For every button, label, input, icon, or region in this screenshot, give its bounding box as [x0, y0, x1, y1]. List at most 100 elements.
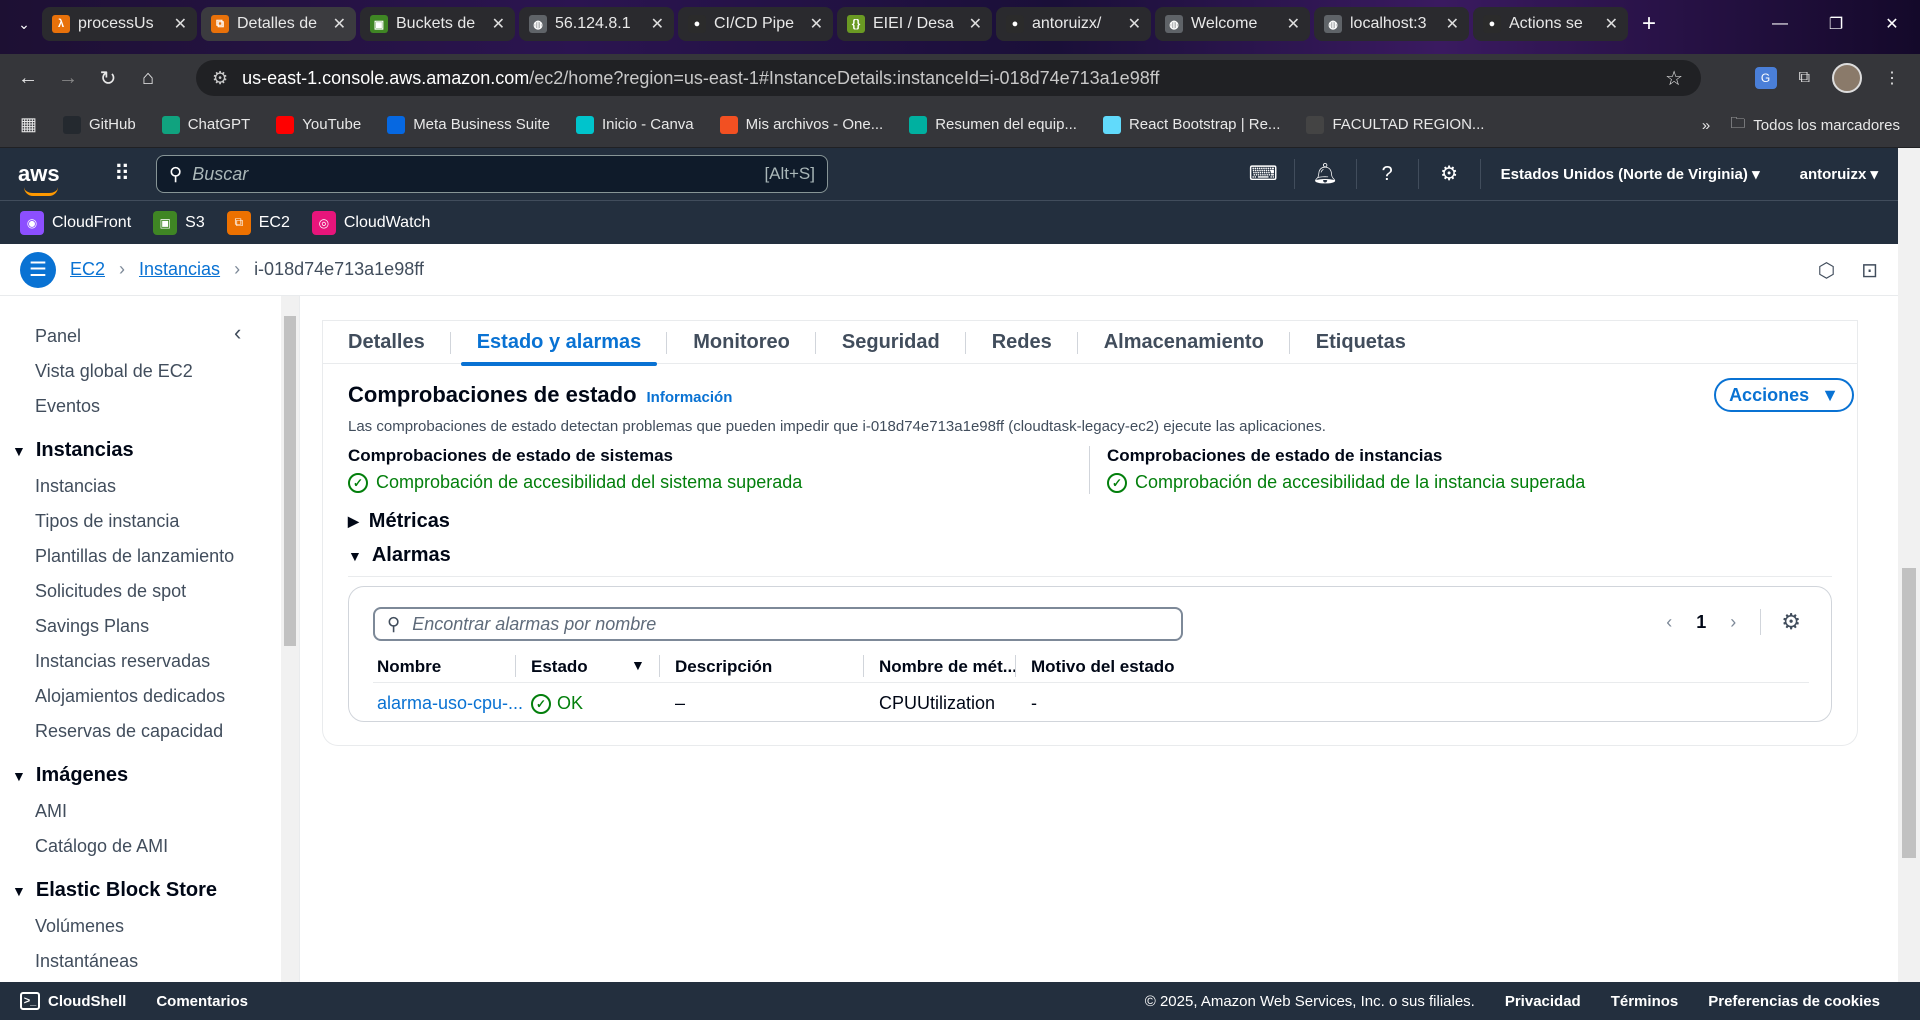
sidebar-item[interactable]: Savings Plans	[35, 616, 149, 637]
tab-seguridad[interactable]: Seguridad	[816, 320, 966, 364]
favorite-service-ec2[interactable]: ⧉ EC2	[226, 210, 290, 235]
tab-almacenamiento[interactable]: Almacenamiento	[1078, 320, 1290, 364]
sidebar-item[interactable]: Tipos de instancia	[35, 511, 179, 532]
metrics-expander[interactable]: ▶ Métricas	[348, 510, 450, 533]
notifications-panel-icon[interactable]: ⬡	[1818, 258, 1835, 283]
cookie-preferences-link[interactable]: Preferencias de cookies	[1708, 993, 1880, 1010]
minimize-icon[interactable]: —	[1752, 15, 1808, 33]
bookmark-item[interactable]: YouTube	[276, 115, 361, 134]
aws-logo[interactable]: aws	[18, 161, 80, 196]
browser-tab[interactable]: ◍ 56.124.8.1 ✕	[519, 7, 674, 41]
browser-tab[interactable]: ⧉ Detalles de ✕	[201, 7, 356, 41]
page-scrollbar[interactable]	[1898, 148, 1920, 982]
sidebar-item[interactable]: Volúmenes	[35, 916, 124, 937]
chevron-left-icon[interactable]: ‹	[234, 320, 241, 346]
close-tab-icon[interactable]: ✕	[1287, 14, 1300, 34]
close-tab-icon[interactable]: ✕	[492, 14, 505, 34]
bookmark-item[interactable]: Mis archivos - One...	[719, 115, 883, 134]
new-tab-button[interactable]: +	[1642, 10, 1656, 38]
breadcrumb-instancias[interactable]: Instancias	[139, 259, 220, 280]
browser-tab[interactable]: ◍ Welcome ✕	[1155, 7, 1310, 41]
actions-button[interactable]: Acciones ▼	[1714, 378, 1854, 412]
privacy-link[interactable]: Privacidad	[1505, 993, 1581, 1010]
chevron-left-icon[interactable]: ‹	[1666, 612, 1672, 633]
close-tab-icon[interactable]: ✕	[1605, 14, 1618, 34]
tab-detalles[interactable]: Detalles	[322, 320, 451, 364]
region-selector[interactable]: Estados Unidos (Norte de Virginia) ▾	[1481, 165, 1780, 183]
bookmark-item[interactable]: GitHub	[63, 115, 136, 134]
translate-icon[interactable]: G	[1754, 67, 1777, 89]
sort-desc-icon[interactable]: ▼	[631, 657, 645, 673]
sidebar-item[interactable]: Plantillas de lanzamiento	[35, 546, 234, 567]
info-link[interactable]: Información	[647, 389, 733, 406]
feedback-link[interactable]: Comentarios	[156, 993, 248, 1010]
sidebar-item[interactable]: Panel	[35, 326, 81, 347]
bookmark-item[interactable]: React Bootstrap | Re...	[1102, 115, 1280, 134]
sidebar-item[interactable]: Vista global de EC2	[35, 361, 193, 382]
sidebar-item[interactable]: Instancias reservadas	[35, 651, 210, 672]
close-tab-icon[interactable]: ✕	[1128, 14, 1141, 34]
browser-tab[interactable]: ▣ Buckets de ✕	[360, 7, 515, 41]
browser-tab[interactable]: λ processUs ✕	[42, 7, 197, 41]
browser-tab[interactable]: {} EIEI / Desa ✕	[837, 7, 992, 41]
favorite-service-s3[interactable]: ▣ S3	[153, 210, 205, 235]
bookmark-star-icon[interactable]: ☆	[1665, 66, 1683, 91]
notifications-bell-icon[interactable]: 🔔︎	[1295, 159, 1357, 189]
sidebar-item[interactable]: AMI	[35, 801, 67, 822]
close-tab-icon[interactable]: ✕	[1446, 14, 1459, 34]
bookmark-item[interactable]: Resumen del equip...	[909, 115, 1077, 134]
sidebar-scrollbar[interactable]	[281, 296, 299, 982]
settings-gear-icon[interactable]: ⚙	[1419, 159, 1481, 189]
column-header[interactable]: Descripción	[675, 657, 772, 677]
close-tab-icon[interactable]: ✕	[651, 14, 664, 34]
all-bookmarks-folder[interactable]: 🗀 Todos los marcadores	[1730, 113, 1900, 138]
column-header[interactable]: Nombre	[377, 657, 441, 677]
column-header[interactable]: Estado	[531, 657, 588, 677]
tab-redes[interactable]: Redes	[966, 320, 1078, 364]
browser-tab[interactable]: ● Actions se ✕	[1473, 7, 1628, 41]
close-tab-icon[interactable]: ✕	[810, 14, 823, 34]
cloudshell-button[interactable]: >_ CloudShell	[20, 992, 126, 1010]
favorite-service-cloudfront[interactable]: ◉ CloudFront	[20, 210, 131, 235]
alarm-search-input[interactable]: ⚲ Encontrar alarmas por nombre	[373, 607, 1183, 641]
column-header[interactable]: Nombre de mét...	[879, 657, 1017, 677]
browser-menu-icon[interactable]: ⋮	[1884, 68, 1900, 88]
column-header[interactable]: Motivo del estado	[1031, 657, 1175, 677]
alarms-expander[interactable]: ▼ Alarmas	[348, 544, 451, 567]
aws-search-input[interactable]: ⚲ Buscar [Alt+S]	[156, 155, 828, 193]
tools-panel-icon[interactable]: ⊡	[1861, 258, 1878, 283]
bookmark-item[interactable]: ChatGPT	[161, 115, 250, 134]
bookmark-item[interactable]: Inicio - Canva	[575, 115, 694, 134]
tab-monitoreo[interactable]: Monitoreo	[667, 320, 816, 364]
page-number[interactable]: 1	[1696, 612, 1706, 633]
tab-etiquetas[interactable]: Etiquetas	[1290, 320, 1432, 364]
chevron-right-icon[interactable]: ›	[1730, 612, 1736, 633]
sidebar-section-header[interactable]: ▼ Imágenes	[12, 764, 128, 787]
account-menu[interactable]: antoruizx ▾	[1780, 165, 1878, 183]
bookmark-item[interactable]: Meta Business Suite	[387, 115, 550, 134]
sidebar-section-header[interactable]: ▼ Instancias	[12, 439, 134, 462]
extensions-icon[interactable]: ⧉	[1799, 69, 1810, 87]
terms-link[interactable]: Términos	[1611, 993, 1679, 1010]
more-bookmarks-icon[interactable]: »	[1702, 117, 1710, 134]
close-tab-icon[interactable]: ✕	[969, 14, 982, 34]
tab-search-icon[interactable]: ⌄	[6, 6, 42, 42]
sidebar-item[interactable]: Eventos	[35, 396, 100, 417]
alarm-name-link[interactable]: alarma-uso-cpu-...	[377, 693, 523, 713]
help-icon[interactable]: ?	[1357, 159, 1419, 189]
back-icon[interactable]: ←	[8, 67, 48, 90]
url-field[interactable]: ⚙ us-east-1.console.aws.amazon.com/ec2/h…	[196, 60, 1701, 96]
bookmark-item[interactable]: FACULTAD REGION...	[1306, 115, 1484, 134]
apps-grid-icon[interactable]: ▦	[20, 114, 37, 135]
tab-estado-y-alarmas[interactable]: Estado y alarmas	[451, 320, 668, 366]
table-settings-gear-icon[interactable]: ⚙	[1760, 609, 1801, 635]
sidebar-section-header[interactable]: ▼ Elastic Block Store	[12, 879, 217, 902]
favorite-service-cloudwatch[interactable]: ◎ CloudWatch	[311, 210, 430, 235]
browser-tab[interactable]: ● CI/CD Pipe ✕	[678, 7, 833, 41]
side-nav-toggle-icon[interactable]: ☰	[20, 251, 56, 288]
home-icon[interactable]: ⌂	[128, 67, 168, 90]
close-window-icon[interactable]: ✕	[1864, 14, 1920, 34]
breadcrumb-ec2[interactable]: EC2	[70, 259, 105, 280]
browser-tab[interactable]: ◍ localhost:3 ✕	[1314, 7, 1469, 41]
sidebar-item[interactable]: Instancias	[35, 476, 116, 497]
